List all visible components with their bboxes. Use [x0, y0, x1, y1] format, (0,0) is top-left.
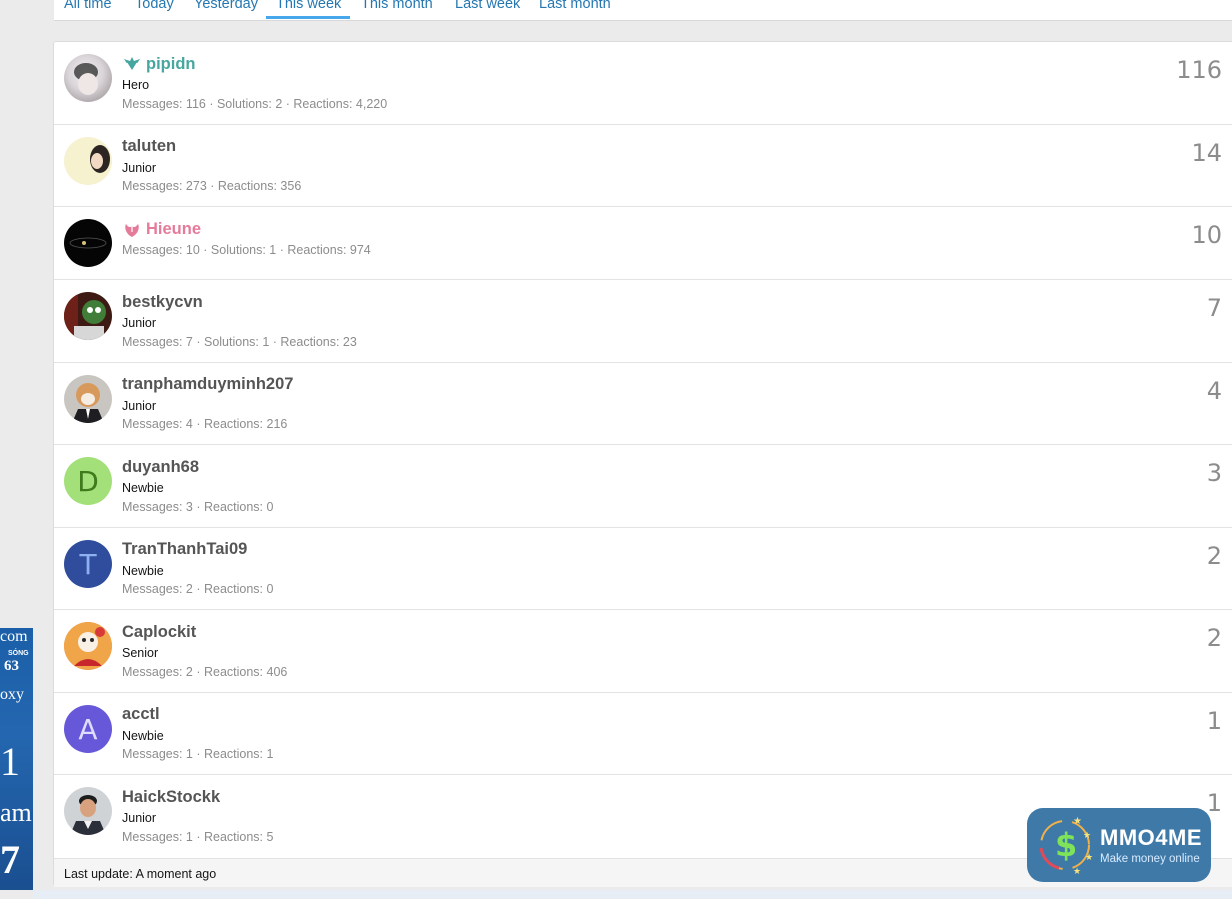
member-title: Junior	[122, 811, 157, 825]
svg-text:★: ★	[1085, 853, 1093, 863]
member-title: Hero	[122, 78, 150, 92]
period-tabs: All time Today Yesterday This week This …	[54, 0, 1232, 21]
svg-text:★: ★	[1073, 867, 1081, 877]
list-item: tranphamduyminh207 Junior Messages: 4 · …	[54, 363, 1232, 445]
member-stats: Messages: 4 · Reactions: 216	[122, 417, 288, 431]
member-title: Junior	[122, 399, 157, 413]
avatar[interactable]: A	[64, 705, 112, 753]
list-item: Caplockit Senior Messages: 2 · Reactions…	[54, 610, 1232, 693]
member-name[interactable]: Hieune	[146, 220, 201, 239]
avatar[interactable]	[64, 292, 112, 340]
active-tab-indicator	[266, 16, 350, 19]
avatar[interactable]	[64, 219, 112, 267]
member-count: 7	[1206, 294, 1222, 322]
tab-last-week[interactable]: Last week	[455, 0, 520, 18]
tab-this-month[interactable]: This month	[361, 0, 433, 18]
list-item: A acctl Newbie Messages: 1 · Reactions: …	[54, 693, 1232, 775]
member-title: Newbie	[122, 481, 164, 495]
member-count: 1	[1206, 707, 1222, 735]
svg-text:★: ★	[1083, 831, 1091, 841]
tab-today[interactable]: Today	[135, 0, 174, 18]
member-name[interactable]: Caplockit	[122, 623, 196, 642]
member-stats: Messages: 10 · Solutions: 1 · Reactions:…	[122, 243, 371, 257]
tulip-icon	[125, 223, 139, 237]
last-update-text: Last update: A moment ago	[64, 867, 217, 881]
member-count: 2	[1206, 624, 1222, 652]
member-stats: Messages: 7 · Solutions: 1 · Reactions: …	[122, 335, 357, 349]
member-list: pipidn Hero Messages: 116 · Solutions: 2…	[53, 41, 1232, 887]
badge-title: MMO4ME	[1100, 825, 1202, 850]
member-name[interactable]: tranphamduyminh207	[122, 375, 293, 394]
avatar[interactable]	[64, 787, 112, 835]
member-name[interactable]: HaickStockk	[122, 788, 220, 807]
member-title: Newbie	[122, 729, 164, 743]
list-item: Hieune Messages: 10 · Solutions: 1 · Rea…	[54, 207, 1232, 280]
avatar[interactable]: D	[64, 457, 112, 505]
list-item: T TranThanhTai09 Newbie Messages: 2 · Re…	[54, 528, 1232, 610]
svg-text:$: $	[1055, 826, 1077, 864]
avatar[interactable]	[64, 622, 112, 670]
dollar-logo-icon: $ ★ ★ ★ ★	[1039, 816, 1093, 877]
member-stats: Messages: 2 · Reactions: 0	[122, 582, 274, 596]
member-title: Junior	[122, 316, 157, 330]
member-stats: Messages: 3 · Reactions: 0	[122, 500, 274, 514]
member-stats: Messages: 116 · Solutions: 2 · Reactions…	[122, 97, 388, 111]
mmo4me-badge[interactable]: $ ★ ★ ★ ★ MMO4ME Make money online	[1027, 808, 1211, 882]
member-name[interactable]: bestkycvn	[122, 293, 203, 312]
member-count: 2	[1206, 542, 1222, 570]
member-name[interactable]: duyanh68	[122, 458, 199, 477]
avatar[interactable]	[64, 137, 112, 185]
member-count: 4	[1206, 377, 1222, 405]
member-stats: Messages: 273 · Reactions: 356	[122, 179, 302, 193]
member-name[interactable]: TranThanhTai09	[122, 540, 247, 559]
avatar[interactable]	[64, 375, 112, 423]
tab-last-month[interactable]: Last month	[539, 0, 611, 18]
member-count: 116	[1176, 56, 1222, 84]
member-name[interactable]: taluten	[122, 137, 176, 156]
avatar[interactable]	[64, 54, 112, 102]
avatar[interactable]: T	[64, 540, 112, 588]
page-bottom-strip	[33, 890, 1232, 899]
member-stats: Messages: 1 · Reactions: 1	[122, 747, 274, 761]
tab-all-time[interactable]: All time	[64, 0, 112, 18]
member-stats: Messages: 1 · Reactions: 5	[122, 830, 274, 844]
svg-text:★: ★	[1073, 816, 1082, 827]
member-title: Senior	[122, 646, 159, 660]
list-item: bestkycvn Junior Messages: 7 · Solutions…	[54, 280, 1232, 363]
member-stats: Messages: 2 · Reactions: 406	[122, 665, 288, 679]
list-item: taluten Junior Messages: 273 · Reactions…	[54, 125, 1232, 207]
member-title: Junior	[122, 161, 157, 175]
list-item: D duyanh68 Newbie Messages: 3 · Reaction…	[54, 445, 1232, 528]
member-title: Newbie	[122, 564, 164, 578]
member-count: 14	[1191, 139, 1222, 167]
left-ad-banner[interactable]: com SÓNG 63 oxy 1 am 7	[0, 628, 33, 890]
member-name[interactable]: pipidn	[146, 55, 195, 74]
member-count: 3	[1206, 459, 1222, 487]
member-count: 10	[1191, 221, 1222, 249]
member-name[interactable]: acctl	[122, 705, 160, 724]
member-count: 1	[1206, 789, 1222, 817]
tab-yesterday[interactable]: Yesterday	[194, 0, 258, 18]
list-item: pipidn Hero Messages: 116 · Solutions: 2…	[54, 42, 1232, 125]
badge-subtitle: Make money online	[1100, 853, 1200, 865]
wings-icon	[124, 56, 140, 71]
